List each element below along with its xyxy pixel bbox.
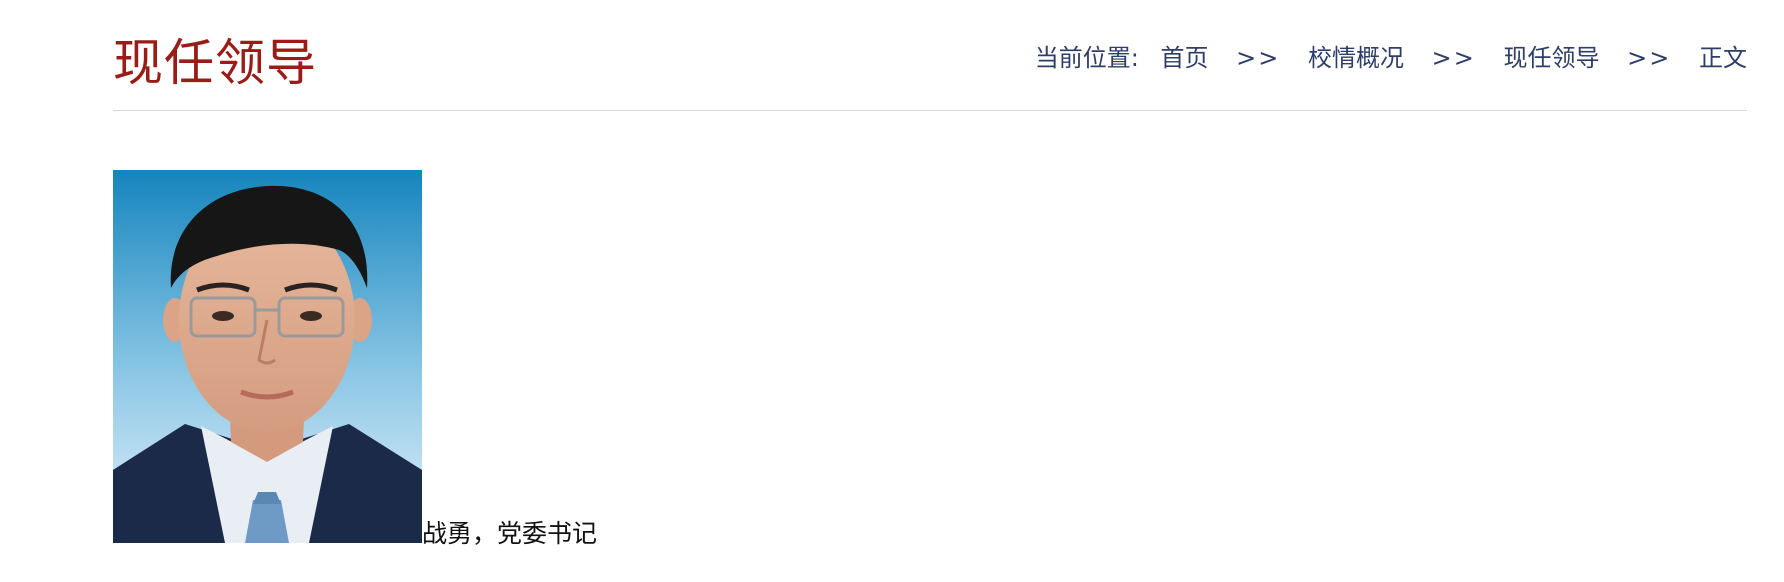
breadcrumb-current: 正文	[1699, 44, 1747, 72]
breadcrumb: 当前位置: 首页 >> 校情概况 >> 现任领导 >> 正文	[1035, 40, 1747, 76]
breadcrumb-label: 当前位置:	[1034, 44, 1139, 72]
breadcrumb-separator: >>	[1236, 44, 1281, 72]
page-header: 现任领导 当前位置: 首页 >> 校情概况 >> 现任领导 >> 正文	[113, 0, 1747, 111]
page-title: 现任领导	[113, 34, 317, 92]
breadcrumb-link-overview[interactable]: 校情概况	[1308, 44, 1404, 72]
portrait-caption: 战勇，党委书记	[422, 519, 598, 548]
breadcrumb-separator: >>	[1627, 44, 1672, 72]
breadcrumb-separator: >>	[1431, 44, 1476, 72]
breadcrumb-link-home[interactable]: 首页	[1161, 44, 1209, 72]
leader-portrait	[113, 170, 422, 543]
breadcrumb-link-leadership[interactable]: 现任领导	[1504, 44, 1600, 72]
article-content: 战勇，党委书记	[113, 170, 1013, 550]
